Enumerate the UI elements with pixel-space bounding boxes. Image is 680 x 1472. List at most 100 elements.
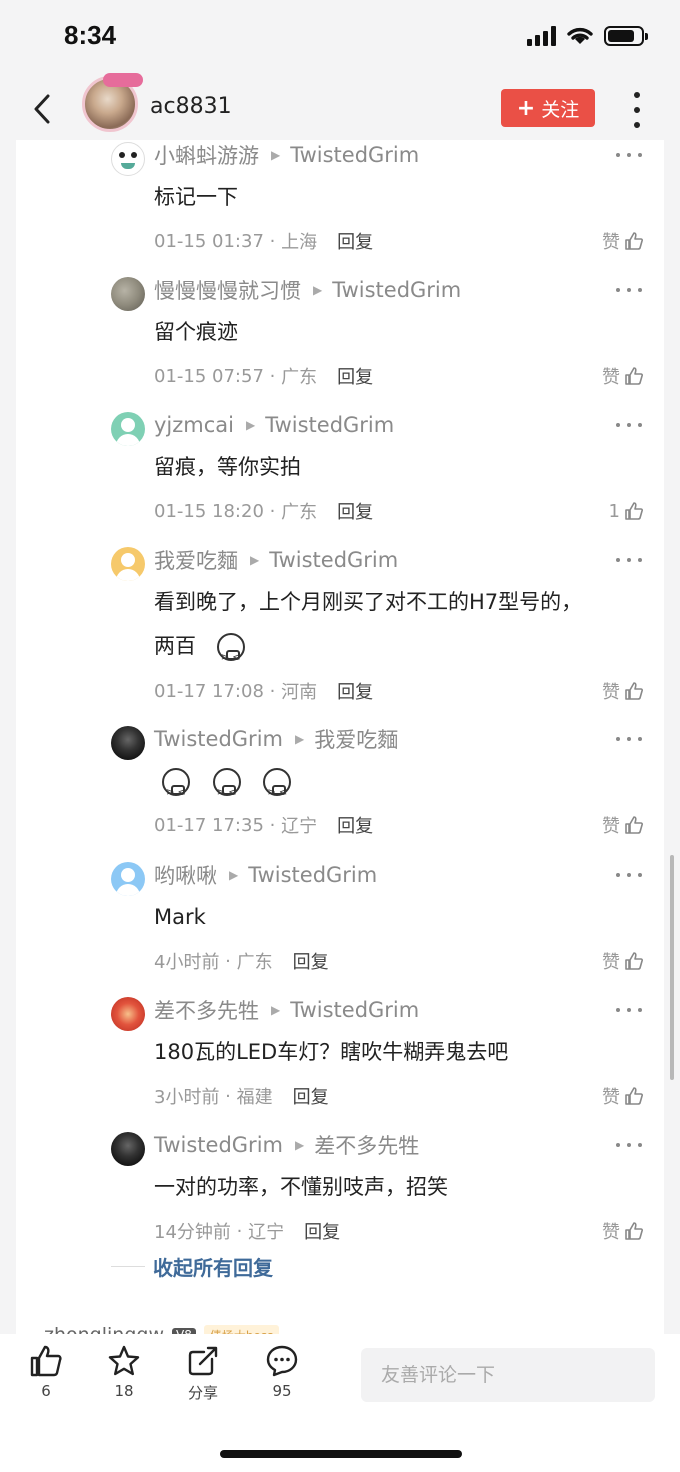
share-icon	[188, 1346, 218, 1376]
collapse-replies[interactable]: 收起所有回复	[111, 1252, 273, 1281]
reply-target-username[interactable]: 我爱吃麵	[314, 724, 398, 754]
more-options-icon[interactable]	[630, 92, 644, 128]
reply-username[interactable]: TwistedGrim	[154, 1133, 283, 1157]
status-time: 8:34	[64, 20, 117, 50]
user-avatar[interactable]	[111, 997, 145, 1031]
like-button[interactable]: 赞	[602, 1083, 644, 1109]
user-avatar[interactable]	[111, 1132, 145, 1166]
user-avatar[interactable]	[111, 726, 145, 760]
reply-username[interactable]: 哟啾啾	[154, 860, 217, 890]
reply-time: 4小时前	[154, 952, 220, 973]
reply-more-icon[interactable]	[616, 275, 642, 305]
reply-username[interactable]: 我爱吃麵	[154, 545, 238, 575]
author-avatar[interactable]	[82, 73, 143, 132]
reply-text: 180瓦的LED车灯？瞎吹牛糊弄鬼去吧	[154, 1040, 509, 1064]
like-button[interactable]: 赞	[602, 948, 644, 974]
reply-to-arrow-icon: ▶	[271, 148, 281, 162]
reply-meta: 01-15 01:37 · 上海 回复	[154, 228, 373, 254]
reply-more-icon[interactable]	[616, 860, 642, 890]
comment-count: 95	[272, 1382, 292, 1400]
reply-button[interactable]: 回复	[293, 948, 329, 974]
reply-username[interactable]: yjzmcai	[154, 413, 234, 437]
like-post-button[interactable]: 6	[16, 1344, 76, 1400]
like-button[interactable]: 赞	[602, 812, 644, 838]
reply-header: 慢慢慢慢就习惯 ▶ TwistedGrim	[154, 275, 461, 305]
reply-button[interactable]: 回复	[293, 1083, 329, 1109]
reply-to-arrow-icon: ▶	[294, 732, 305, 746]
reply-more-icon[interactable]	[616, 724, 642, 754]
reply-username[interactable]: TwistedGrim	[154, 727, 283, 751]
reply-more-icon[interactable]	[616, 410, 642, 440]
reply-target-username[interactable]: TwistedGrim	[290, 998, 419, 1022]
back-arrow-icon[interactable]	[28, 92, 58, 126]
reply-button[interactable]: 回复	[337, 812, 373, 838]
reply-target-username[interactable]: TwistedGrim	[290, 143, 419, 167]
reply-more-icon[interactable]	[616, 545, 642, 575]
scrollbar[interactable]	[670, 855, 674, 1080]
reply-location: 河南	[281, 682, 318, 703]
like-button[interactable]: 赞	[602, 1218, 644, 1244]
like-count: 赞	[602, 1087, 620, 1108]
like-count: 赞	[602, 952, 620, 973]
reply-header: yjzmcai ▶ TwistedGrim	[154, 410, 394, 440]
like-count: 6	[41, 1382, 51, 1400]
comment-input[interactable]: 友善评论一下	[361, 1348, 655, 1402]
reply-to-arrow-icon: ▶	[313, 283, 323, 297]
like-button[interactable]: 赞	[602, 228, 644, 254]
reply-more-icon[interactable]	[616, 995, 642, 1025]
reply-time: 14分钟前	[154, 1222, 231, 1243]
reply-header: 差不多先牲 ▶ TwistedGrim	[154, 995, 419, 1025]
like-button[interactable]: 赞	[602, 678, 644, 704]
plus-icon: +	[516, 95, 536, 121]
follow-button[interactable]: + 关注	[501, 89, 595, 127]
user-avatar[interactable]	[111, 412, 145, 446]
author-username[interactable]: ac8831	[150, 94, 232, 119]
reply-target-username[interactable]: TwistedGrim	[248, 863, 377, 887]
favorite-button[interactable]: 18	[94, 1344, 154, 1400]
status-bar: 8:34	[0, 0, 680, 70]
reply-username[interactable]: 小蝌蚪游游	[154, 140, 259, 170]
reply-button[interactable]: 回复	[337, 228, 373, 254]
reply-target-username[interactable]: TwistedGrim	[269, 548, 398, 572]
like-button[interactable]: 1	[609, 498, 644, 524]
like-count: 赞	[602, 1222, 620, 1243]
collapse-replies-label[interactable]: 收起所有回复	[153, 1252, 273, 1281]
user-avatar[interactable]	[111, 142, 145, 176]
like-count: 赞	[602, 232, 620, 253]
reply-username[interactable]: 慢慢慢慢就习惯	[154, 275, 301, 305]
reply-meta: 01-15 07:57 · 广东 回复	[154, 363, 373, 389]
reply-text: 一对的功率，不懂别吱声，招笑	[154, 1175, 448, 1199]
divider	[111, 1266, 145, 1267]
laughing-emoji-icon	[212, 768, 241, 814]
reply-more-icon[interactable]	[616, 1130, 642, 1160]
reply-to-arrow-icon: ▶	[229, 868, 239, 882]
reply-button[interactable]: 回复	[337, 363, 373, 389]
avatar-badge	[103, 73, 143, 87]
user-avatar[interactable]	[111, 547, 145, 581]
nav-bar: ac8831 + 关注	[0, 70, 680, 148]
like-button[interactable]: 赞	[602, 363, 644, 389]
user-avatar[interactable]	[111, 862, 145, 896]
like-count: 赞	[602, 367, 620, 388]
reply-time: 01-17 17:35	[154, 814, 264, 836]
reply-target-username[interactable]: 差不多先牲	[314, 1130, 419, 1160]
thumbs-up-icon	[625, 232, 643, 250]
reply-location: 福建	[236, 1087, 273, 1108]
laughing-emoji-icon	[263, 768, 292, 814]
reply-target-username[interactable]: TwistedGrim	[265, 413, 394, 437]
share-button[interactable]: 分享	[173, 1344, 233, 1403]
reply-text: 留痕，等你实拍	[154, 455, 301, 479]
reply-username[interactable]: 差不多先牲	[154, 995, 259, 1025]
reply-time: 01-15 01:37	[154, 230, 264, 252]
comment-button[interactable]: 95	[252, 1344, 312, 1400]
reply-more-icon[interactable]	[616, 140, 642, 170]
reply-button[interactable]: 回复	[337, 498, 373, 524]
bottom-action-bar: 6 18 分享 95 友善评论一下	[0, 1334, 680, 1472]
reply-target-username[interactable]: TwistedGrim	[332, 278, 461, 302]
reply-button[interactable]: 回复	[337, 678, 373, 704]
user-avatar[interactable]	[111, 277, 145, 311]
reply-to-arrow-icon: ▶	[271, 1003, 281, 1017]
reply-location: 广东	[281, 502, 318, 523]
reply-header: TwistedGrim ▶ 差不多先牲	[154, 1130, 419, 1160]
reply-button[interactable]: 回复	[304, 1218, 340, 1244]
